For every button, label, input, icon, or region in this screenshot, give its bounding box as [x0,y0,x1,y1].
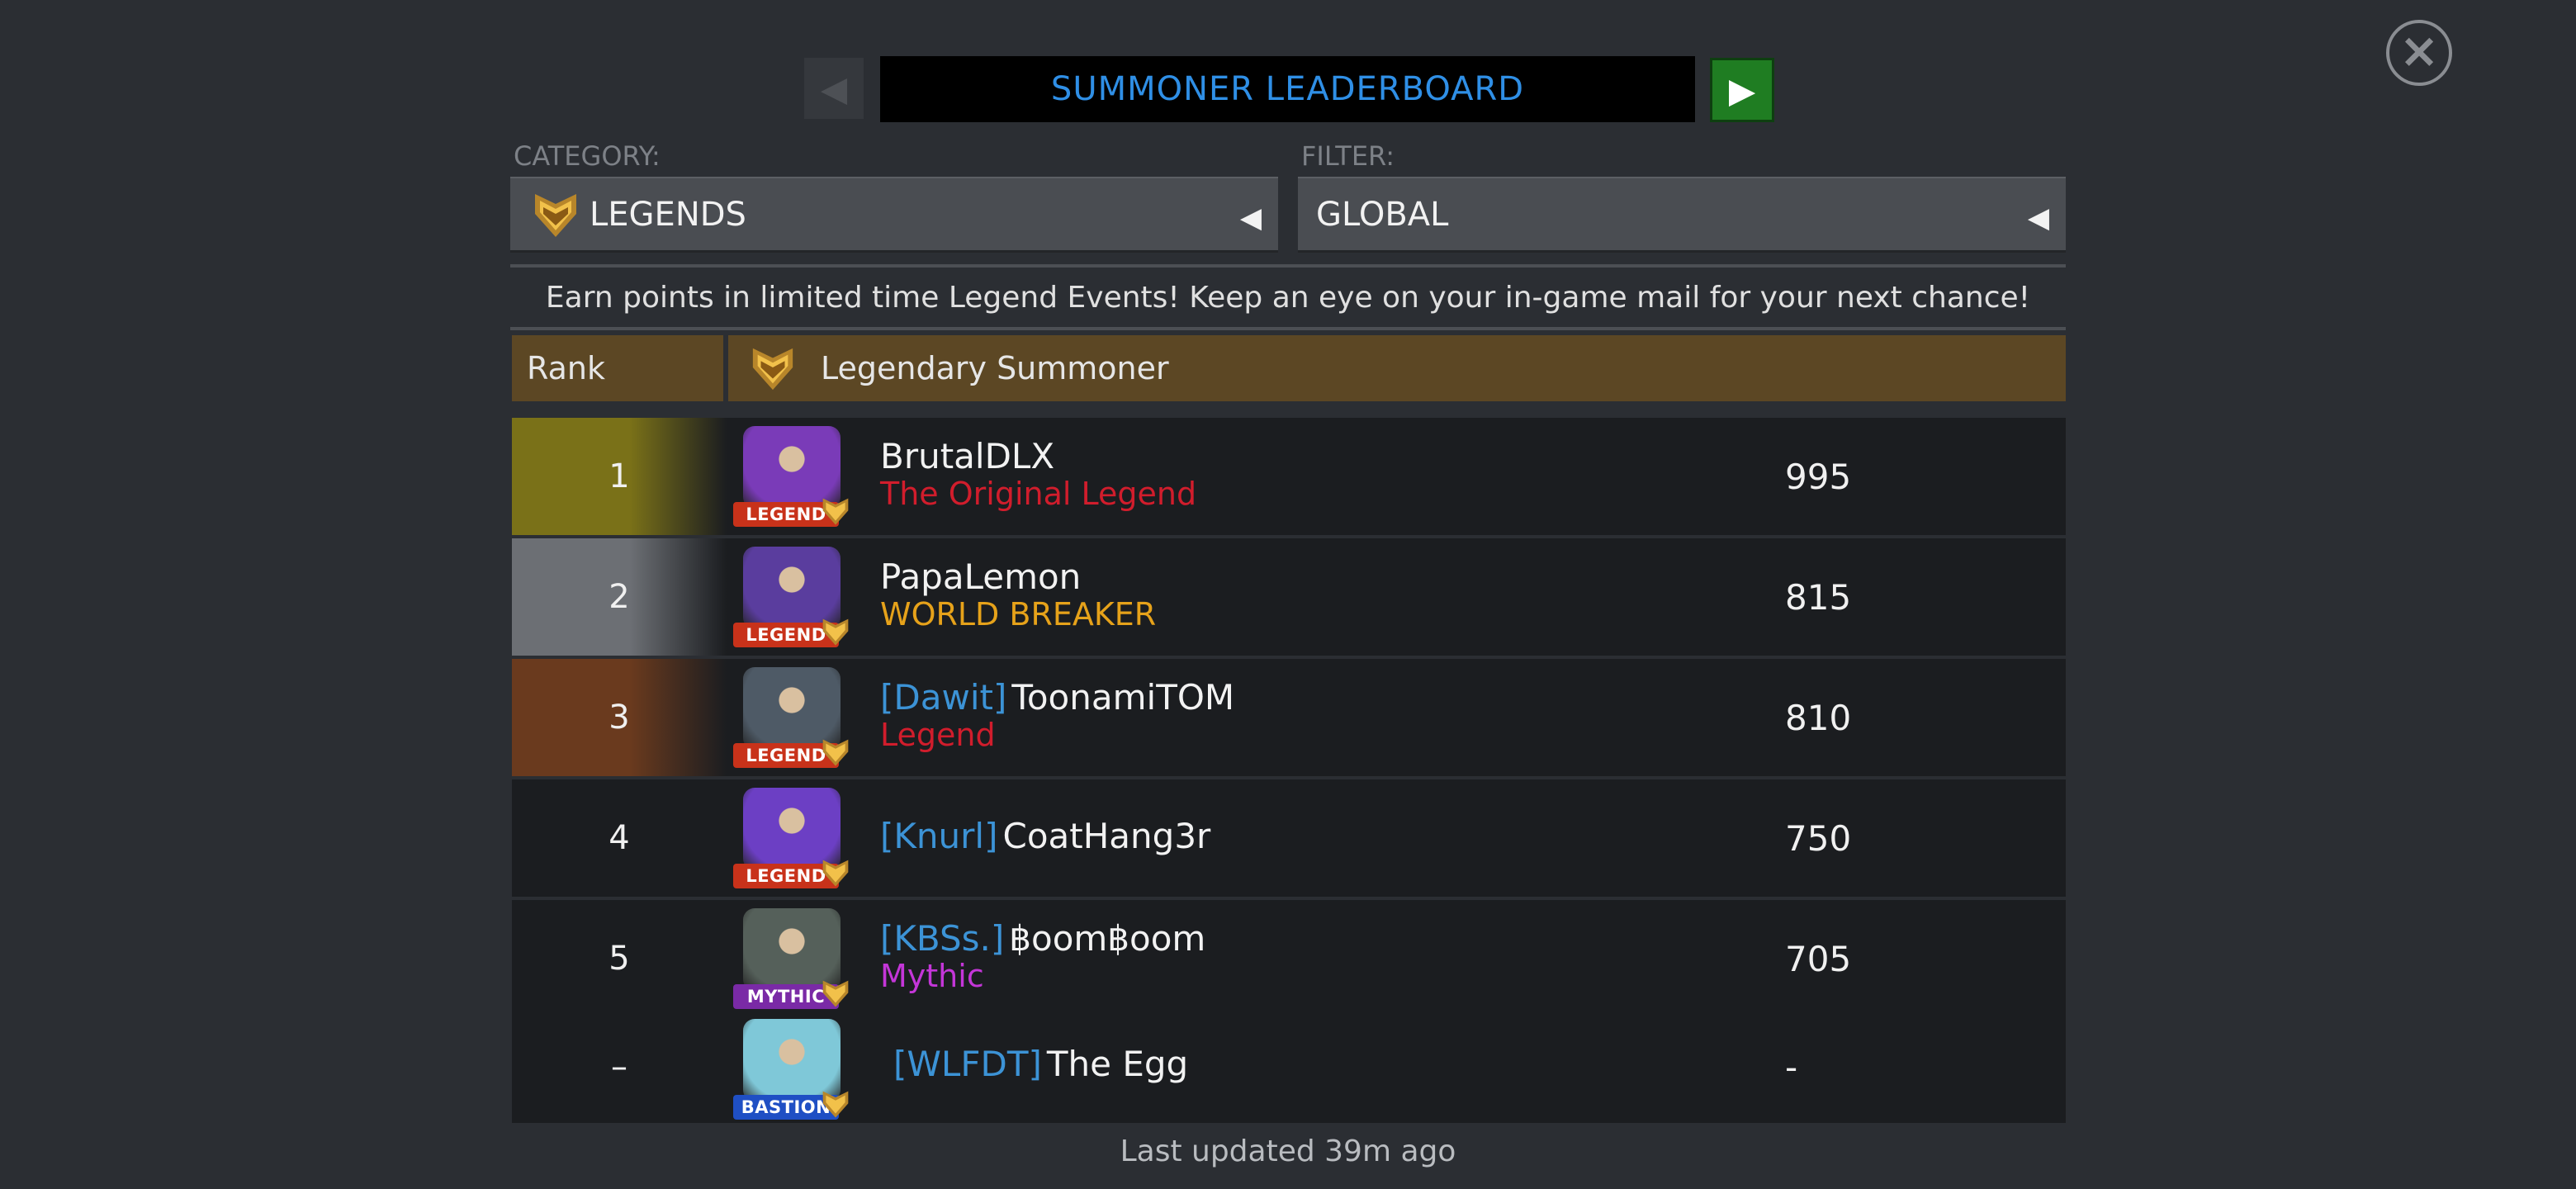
legend-crest-icon [822,498,849,525]
rank-cell: 1 [512,418,727,535]
leaderboard-title-bar: SUMMONER LEADERBOARD [880,56,1695,122]
legend-crest-icon [822,980,849,1007]
close-icon: × [2398,22,2440,78]
table-row[interactable]: – BASTION [WLFDT] The Egg - [512,1011,2066,1123]
summoner-name: [KBSs.] ฿oom฿oom [880,918,1205,959]
dropdown-arrow-icon: ◀ [2027,201,2049,234]
summoner-name: PapaLemon [880,557,1081,597]
rank-cell: 5 [512,900,727,1017]
rank-cell: 4 [512,779,727,897]
arrow-left-icon: ◀ [820,68,848,109]
player-name: ฿oom฿oom [1009,918,1206,959]
alliance-tag: [WLFDT] [893,1044,1042,1084]
category-label: CATEGORY: [514,140,661,172]
rank-cell: 3 [512,659,727,776]
avatar[interactable]: LEGEND [733,547,850,647]
rank-number: 1 [608,457,630,495]
category-value: LEGENDS [590,195,746,234]
arrow-right-icon: ▶ [1728,69,1756,111]
page-title: SUMMONER LEADERBOARD [1050,70,1525,108]
score: 810 [1785,697,1852,738]
close-button[interactable]: × [2386,20,2452,86]
player-name: BrutalDLX [880,436,1055,476]
player-name: PapaLemon [880,557,1082,597]
avatar[interactable]: BASTION [733,1019,850,1120]
alliance-tag: [KBSs.] [880,918,1005,959]
score: 815 [1785,576,1852,618]
alliance-tag: [Knurl] [880,816,998,856]
score: 995 [1785,456,1852,497]
rank-cell: – [512,1011,727,1123]
rank-number: 5 [608,940,630,978]
summoner-name: BrutalDLX [880,436,1054,476]
leaderboard-column-header: Legendary Summoner [728,335,2066,401]
divider [510,327,2066,330]
rank-number: 4 [608,819,630,857]
score: 705 [1785,938,1852,979]
rank-number: 3 [608,699,630,737]
alliance-tag: [Dawit] [880,677,1007,718]
legend-crest-icon [822,739,849,766]
rank-number: 2 [608,578,630,616]
avatar[interactable]: LEGEND [733,788,850,888]
summoner-title: The Original Legend [880,476,1197,512]
filter-value: GLOBAL [1316,195,1449,234]
info-message: Earn points in limited time Legend Event… [545,281,2031,315]
legend-crest-icon [822,618,849,646]
summoner-title: WORLD BREAKER [880,596,1157,632]
table-row[interactable]: 2 LEGEND PapaLemon WORLD BREAKER 815 [512,538,2066,656]
summoner-title: Mythic [880,958,984,994]
player-name: CoatHang3r [1002,816,1211,856]
table-row[interactable]: 5 MYTHIC [KBSs.] ฿oom฿oom Mythic 705 [512,900,2066,1017]
avatar[interactable]: LEGEND [733,426,850,527]
next-leaderboard-button[interactable]: ▶ [1710,58,1774,122]
filter-dropdown[interactable]: GLOBAL ◀ [1298,177,2066,253]
table-row[interactable]: 1 LEGEND BrutalDLX The Original Legend 9… [512,418,2066,535]
last-updated-text: Last updated 39m ago [1120,1135,1456,1168]
summoner-name: [WLFDT] The Egg [893,1044,1188,1084]
divider [510,264,2066,268]
summoner-title: Legend [880,717,996,753]
legend-crest-icon [822,1091,849,1118]
leaderboard-column-title: Legendary Summoner [821,350,1169,386]
legend-crest-icon [822,860,849,887]
avatar[interactable]: LEGEND [733,667,850,768]
rank-cell: 2 [512,538,727,656]
rank-column-header: Rank [512,335,723,401]
summoner-name: [Dawit] ToonamiTOM [880,677,1234,718]
previous-leaderboard-button[interactable]: ◀ [804,58,864,119]
score: 750 [1785,817,1852,859]
table-row[interactable]: 4 LEGEND [Knurl] CoatHang3r 750 [512,779,2066,897]
legend-crest-icon [752,348,793,391]
player-name: ToonamiTOM [1011,677,1235,718]
player-name: The Egg [1046,1044,1189,1084]
filter-label: FILTER: [1301,140,1395,172]
rank-number: – [611,1048,627,1086]
score: - [1785,1046,1798,1087]
dropdown-arrow-icon: ◀ [1239,201,1262,234]
legend-crest-icon [535,193,576,237]
table-row[interactable]: 3 LEGEND [Dawit] ToonamiTOM Legend 810 [512,659,2066,776]
category-dropdown[interactable]: LEGENDS ◀ [510,177,1278,253]
summoner-name: [Knurl] CoatHang3r [880,816,1210,856]
avatar[interactable]: MYTHIC [733,908,850,1009]
